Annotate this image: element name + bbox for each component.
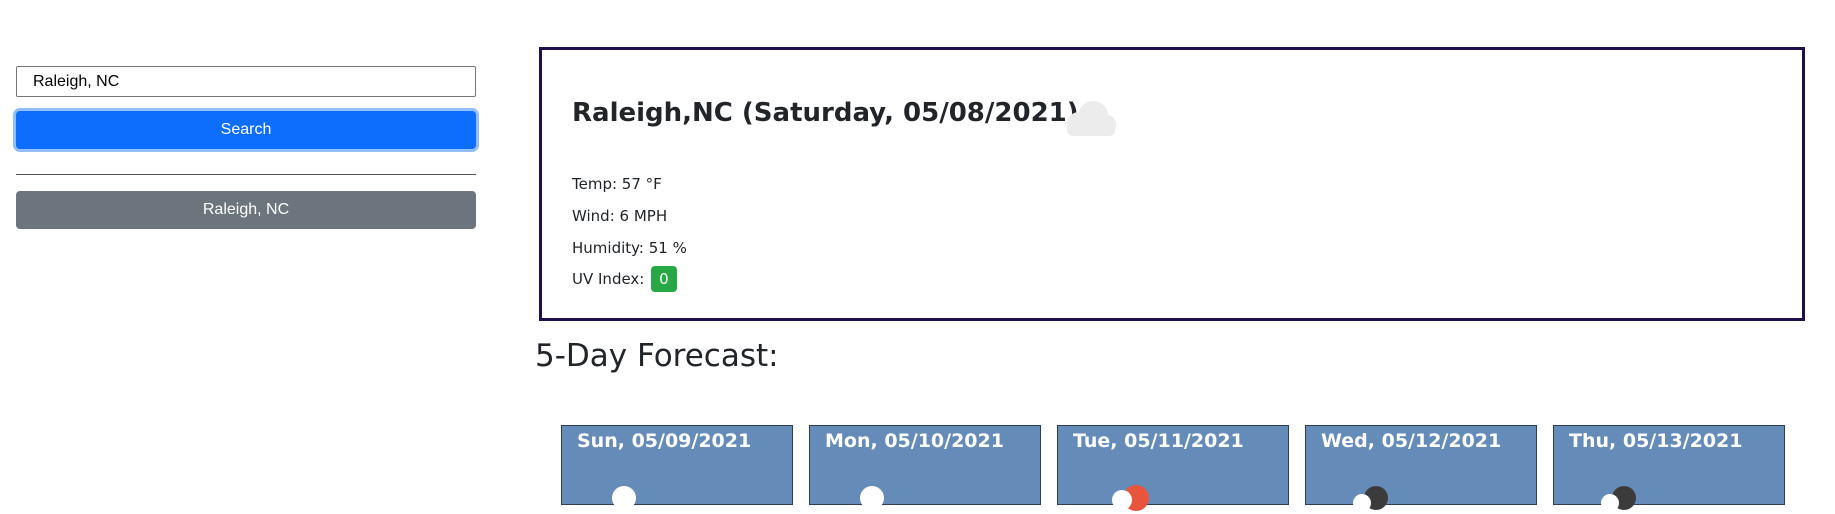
forecast-date: Thu, 05/13/2021 (1569, 430, 1743, 452)
search-button[interactable]: Search (16, 111, 476, 149)
sun-cloud-icon (1112, 485, 1149, 511)
partly-cloudy-icon (612, 486, 636, 510)
dark-cloud-icon (1601, 486, 1636, 512)
forecast-card: Thu, 05/13/2021 (1553, 425, 1785, 512)
current-city-title: Raleigh,NC (Saturday, 05/08/2021) (572, 98, 1079, 128)
cloud-icon (1067, 101, 1116, 136)
divider (16, 174, 476, 175)
dark-cloud-icon (1353, 486, 1388, 512)
current-temp: Temp: 57 °F (572, 175, 662, 193)
history-item-raleigh[interactable]: Raleigh, NC (16, 191, 476, 229)
sidebar: Search Raleigh, NC (16, 66, 476, 229)
forecast-card: Tue, 05/11/2021 (1057, 425, 1289, 511)
uv-index-badge: 0 (651, 266, 677, 292)
current-weather-card: Raleigh,NC (Saturday, 05/08/2021) Temp: … (539, 47, 1805, 321)
forecast-card: Mon, 05/10/2021 (809, 425, 1041, 510)
uv-label: UV Index: (572, 270, 645, 288)
forecast-date: Sun, 05/09/2021 (577, 430, 752, 452)
forecast-card: Wed, 05/12/2021 (1305, 425, 1537, 512)
forecast-date: Wed, 05/12/2021 (1321, 430, 1502, 452)
forecast-date: Mon, 05/10/2021 (825, 430, 1004, 452)
current-uv-row: UV Index: 0 (572, 266, 677, 292)
forecast-card: Sun, 05/09/2021 (561, 425, 793, 510)
forecast-date: Tue, 05/11/2021 (1073, 430, 1244, 452)
forecast-title: 5-Day Forecast: (535, 338, 779, 374)
partly-cloudy-icon (860, 486, 884, 510)
search-input[interactable] (16, 66, 476, 97)
current-wind: Wind: 6 MPH (572, 207, 668, 225)
current-humidity: Humidity: 51 % (572, 239, 687, 257)
